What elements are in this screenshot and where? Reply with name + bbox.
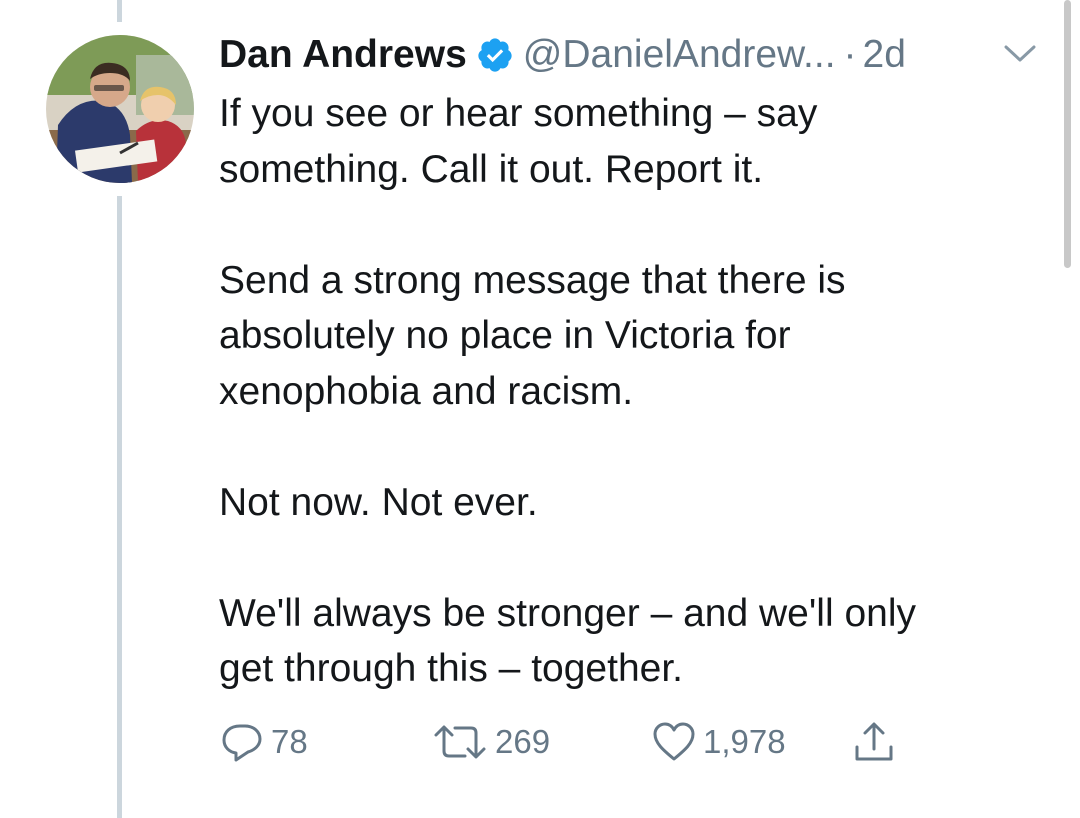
verified-badge-icon — [478, 38, 512, 72]
reply-icon — [222, 724, 262, 762]
tweet-paragraph: We'll always be stronger – and we'll onl… — [219, 591, 917, 691]
chevron-down-icon[interactable] — [1000, 38, 1040, 68]
tweet-actions: 78 269 1,978 — [219, 717, 939, 767]
retweet-icon — [434, 725, 486, 759]
tweet-text: If you see or hear something – say somet… — [219, 86, 1039, 697]
scrollbar[interactable] — [1064, 0, 1071, 268]
like-button[interactable]: 1,978 — [651, 717, 786, 767]
tweet-paragraph: If you see or hear something – say somet… — [219, 92, 818, 191]
author-name[interactable]: Dan Andrews — [219, 33, 467, 77]
thread-line-top — [117, 0, 122, 22]
reply-button[interactable]: 78 — [219, 717, 308, 767]
avatar-photo — [46, 35, 194, 183]
retweet-count: 269 — [495, 723, 551, 760]
share-button[interactable] — [851, 717, 897, 767]
tweet-timestamp[interactable]: 2d — [863, 33, 906, 77]
tweet-paragraph: Send a strong message that there is abso… — [219, 258, 846, 413]
avatar[interactable] — [46, 35, 194, 183]
tweet-paragraph: Not now. Not ever. — [219, 480, 538, 524]
heart-icon — [653, 722, 695, 761]
retweet-button[interactable]: 269 — [431, 717, 550, 767]
tweet-header: Dan Andrews @DanielAndrew... · 2d — [219, 30, 1049, 80]
header-separator: · — [843, 33, 857, 76]
thread-line-bottom — [117, 196, 122, 818]
reply-count: 78 — [271, 723, 308, 760]
author-handle[interactable]: @DanielAndrew... — [523, 33, 836, 77]
share-icon — [855, 722, 893, 761]
like-count: 1,978 — [703, 723, 786, 760]
